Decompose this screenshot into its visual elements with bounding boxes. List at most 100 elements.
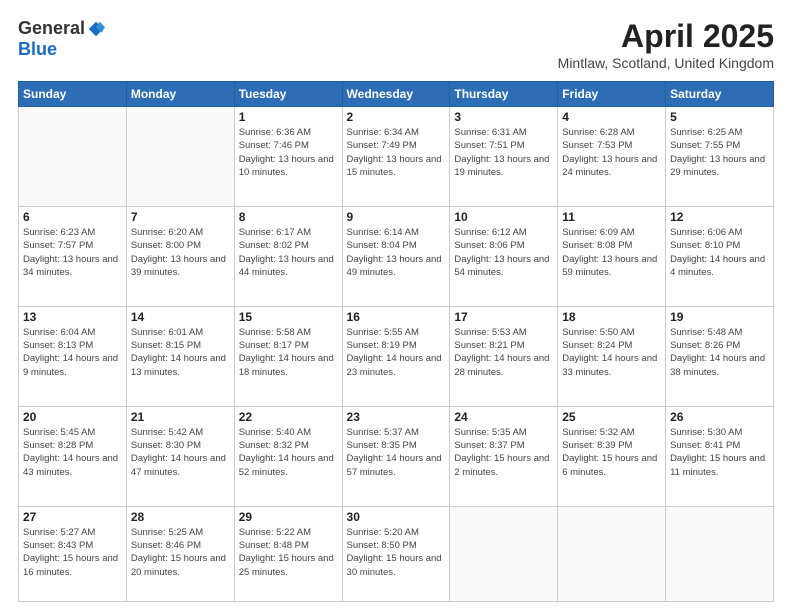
day-number: 5	[670, 110, 769, 124]
day-number: 23	[347, 410, 446, 424]
day-info: Sunrise: 6:34 AMSunset: 7:49 PMDaylight:…	[347, 126, 446, 179]
day-info: Sunrise: 5:53 AMSunset: 8:21 PMDaylight:…	[454, 326, 553, 379]
day-info: Sunrise: 5:45 AMSunset: 8:28 PMDaylight:…	[23, 426, 122, 479]
day-number: 19	[670, 310, 769, 324]
day-number: 17	[454, 310, 553, 324]
day-info: Sunrise: 6:23 AMSunset: 7:57 PMDaylight:…	[23, 226, 122, 279]
table-row: 22 Sunrise: 5:40 AMSunset: 8:32 PMDayligh…	[234, 406, 342, 506]
table-row: 7 Sunrise: 6:20 AMSunset: 8:00 PMDaylight…	[126, 206, 234, 306]
calendar-table: Sunday Monday Tuesday Wednesday Thursday…	[18, 81, 774, 602]
col-saturday: Saturday	[666, 82, 774, 107]
day-info: Sunrise: 5:35 AMSunset: 8:37 PMDaylight:…	[454, 426, 553, 479]
table-row	[450, 506, 558, 601]
table-row: 27 Sunrise: 5:27 AMSunset: 8:43 PMDayligh…	[19, 506, 127, 601]
day-info: Sunrise: 6:12 AMSunset: 8:06 PMDaylight:…	[454, 226, 553, 279]
logo: General Blue	[18, 18, 105, 60]
col-friday: Friday	[558, 82, 666, 107]
day-number: 24	[454, 410, 553, 424]
day-number: 14	[131, 310, 230, 324]
day-number: 22	[239, 410, 338, 424]
table-row: 6Sunrise: 6:23 AMSunset: 7:57 PMDaylight…	[19, 206, 127, 306]
day-number: 2	[347, 110, 446, 124]
day-info: Sunrise: 5:20 AMSunset: 8:50 PMDaylight:…	[347, 526, 446, 579]
day-info: Sunrise: 5:50 AMSunset: 8:24 PMDaylight:…	[562, 326, 661, 379]
day-number: 9	[347, 210, 446, 224]
day-info: Sunrise: 6:31 AMSunset: 7:51 PMDaylight:…	[454, 126, 553, 179]
col-wednesday: Wednesday	[342, 82, 450, 107]
location: Mintlaw, Scotland, United Kingdom	[558, 55, 774, 71]
day-number: 4	[562, 110, 661, 124]
logo-general-text: General	[18, 18, 85, 39]
table-row: 26 Sunrise: 5:30 AMSunset: 8:41 PMDayligh…	[666, 406, 774, 506]
calendar-header-row: Sunday Monday Tuesday Wednesday Thursday…	[19, 82, 774, 107]
table-row: 2 Sunrise: 6:34 AMSunset: 7:49 PMDaylight…	[342, 107, 450, 207]
table-row: 15 Sunrise: 5:58 AMSunset: 8:17 PMDayligh…	[234, 306, 342, 406]
table-row	[666, 506, 774, 601]
day-number: 27	[23, 510, 122, 524]
table-row: 9 Sunrise: 6:14 AMSunset: 8:04 PMDaylight…	[342, 206, 450, 306]
day-number: 21	[131, 410, 230, 424]
col-thursday: Thursday	[450, 82, 558, 107]
day-info: Sunrise: 5:48 AMSunset: 8:26 PMDaylight:…	[670, 326, 769, 379]
table-row: 23 Sunrise: 5:37 AMSunset: 8:35 PMDayligh…	[342, 406, 450, 506]
day-number: 10	[454, 210, 553, 224]
day-number: 7	[131, 210, 230, 224]
day-info: Sunrise: 5:22 AMSunset: 8:48 PMDaylight:…	[239, 526, 338, 579]
day-number: 15	[239, 310, 338, 324]
day-info: Sunrise: 5:32 AMSunset: 8:39 PMDaylight:…	[562, 426, 661, 479]
logo-blue-text: Blue	[18, 39, 57, 60]
table-row: 25Sunrise: 5:32 AMSunset: 8:39 PMDayligh…	[558, 406, 666, 506]
day-number: 11	[562, 210, 661, 224]
day-info: Sunrise: 5:42 AMSunset: 8:30 PMDaylight:…	[131, 426, 230, 479]
table-row: 3 Sunrise: 6:31 AMSunset: 7:51 PMDaylight…	[450, 107, 558, 207]
day-info: Sunrise: 5:40 AMSunset: 8:32 PMDaylight:…	[239, 426, 338, 479]
day-number: 26	[670, 410, 769, 424]
day-number: 1	[239, 110, 338, 124]
day-info: Sunrise: 6:25 AMSunset: 7:55 PMDaylight:…	[670, 126, 769, 179]
table-row: 14 Sunrise: 6:01 AMSunset: 8:15 PMDayligh…	[126, 306, 234, 406]
table-row: 29 Sunrise: 5:22 AMSunset: 8:48 PMDayligh…	[234, 506, 342, 601]
day-info: Sunrise: 5:55 AMSunset: 8:19 PMDaylight:…	[347, 326, 446, 379]
table-row: 10 Sunrise: 6:12 AMSunset: 8:06 PMDayligh…	[450, 206, 558, 306]
table-row	[558, 506, 666, 601]
table-row: 12 Sunrise: 6:06 AMSunset: 8:10 PMDayligh…	[666, 206, 774, 306]
day-info: Sunrise: 5:58 AMSunset: 8:17 PMDaylight:…	[239, 326, 338, 379]
table-row: 19 Sunrise: 5:48 AMSunset: 8:26 PMDayligh…	[666, 306, 774, 406]
title-block: April 2025 Mintlaw, Scotland, United Kin…	[558, 18, 774, 71]
day-info: Sunrise: 6:06 AMSunset: 8:10 PMDaylight:…	[670, 226, 769, 279]
table-row: 30 Sunrise: 5:20 AMSunset: 8:50 PMDayligh…	[342, 506, 450, 601]
day-info: Sunrise: 6:09 AMSunset: 8:08 PMDaylight:…	[562, 226, 661, 279]
day-number: 30	[347, 510, 446, 524]
day-info: Sunrise: 5:37 AMSunset: 8:35 PMDaylight:…	[347, 426, 446, 479]
day-info: Sunrise: 5:30 AMSunset: 8:41 PMDaylight:…	[670, 426, 769, 479]
day-info: Sunrise: 6:20 AMSunset: 8:00 PMDaylight:…	[131, 226, 230, 279]
day-info: Sunrise: 6:36 AMSunset: 7:46 PMDaylight:…	[239, 126, 338, 179]
day-number: 3	[454, 110, 553, 124]
day-info: Sunrise: 6:17 AMSunset: 8:02 PMDaylight:…	[239, 226, 338, 279]
table-row: 13Sunrise: 6:04 AMSunset: 8:13 PMDayligh…	[19, 306, 127, 406]
day-number: 8	[239, 210, 338, 224]
day-number: 12	[670, 210, 769, 224]
col-sunday: Sunday	[19, 82, 127, 107]
table-row: 1 Sunrise: 6:36 AMSunset: 7:46 PMDaylight…	[234, 107, 342, 207]
month-title: April 2025	[558, 18, 774, 55]
day-number: 28	[131, 510, 230, 524]
table-row: 24 Sunrise: 5:35 AMSunset: 8:37 PMDayligh…	[450, 406, 558, 506]
day-info: Sunrise: 6:04 AMSunset: 8:13 PMDaylight:…	[23, 326, 122, 379]
day-number: 29	[239, 510, 338, 524]
col-tuesday: Tuesday	[234, 82, 342, 107]
table-row: 8 Sunrise: 6:17 AMSunset: 8:02 PMDaylight…	[234, 206, 342, 306]
day-number: 20	[23, 410, 122, 424]
day-number: 16	[347, 310, 446, 324]
header: General Blue April 2025 Mintlaw, Scotlan…	[18, 18, 774, 71]
day-info: Sunrise: 5:27 AMSunset: 8:43 PMDaylight:…	[23, 526, 122, 579]
logo-icon	[87, 20, 105, 38]
day-number: 18	[562, 310, 661, 324]
table-row	[19, 107, 127, 207]
table-row: 20 Sunrise: 5:45 AMSunset: 8:28 PMDayligh…	[19, 406, 127, 506]
page: General Blue April 2025 Mintlaw, Scotlan…	[0, 0, 792, 612]
day-info: Sunrise: 6:01 AMSunset: 8:15 PMDaylight:…	[131, 326, 230, 379]
day-info: Sunrise: 6:14 AMSunset: 8:04 PMDaylight:…	[347, 226, 446, 279]
table-row: 11 Sunrise: 6:09 AMSunset: 8:08 PMDayligh…	[558, 206, 666, 306]
table-row	[126, 107, 234, 207]
